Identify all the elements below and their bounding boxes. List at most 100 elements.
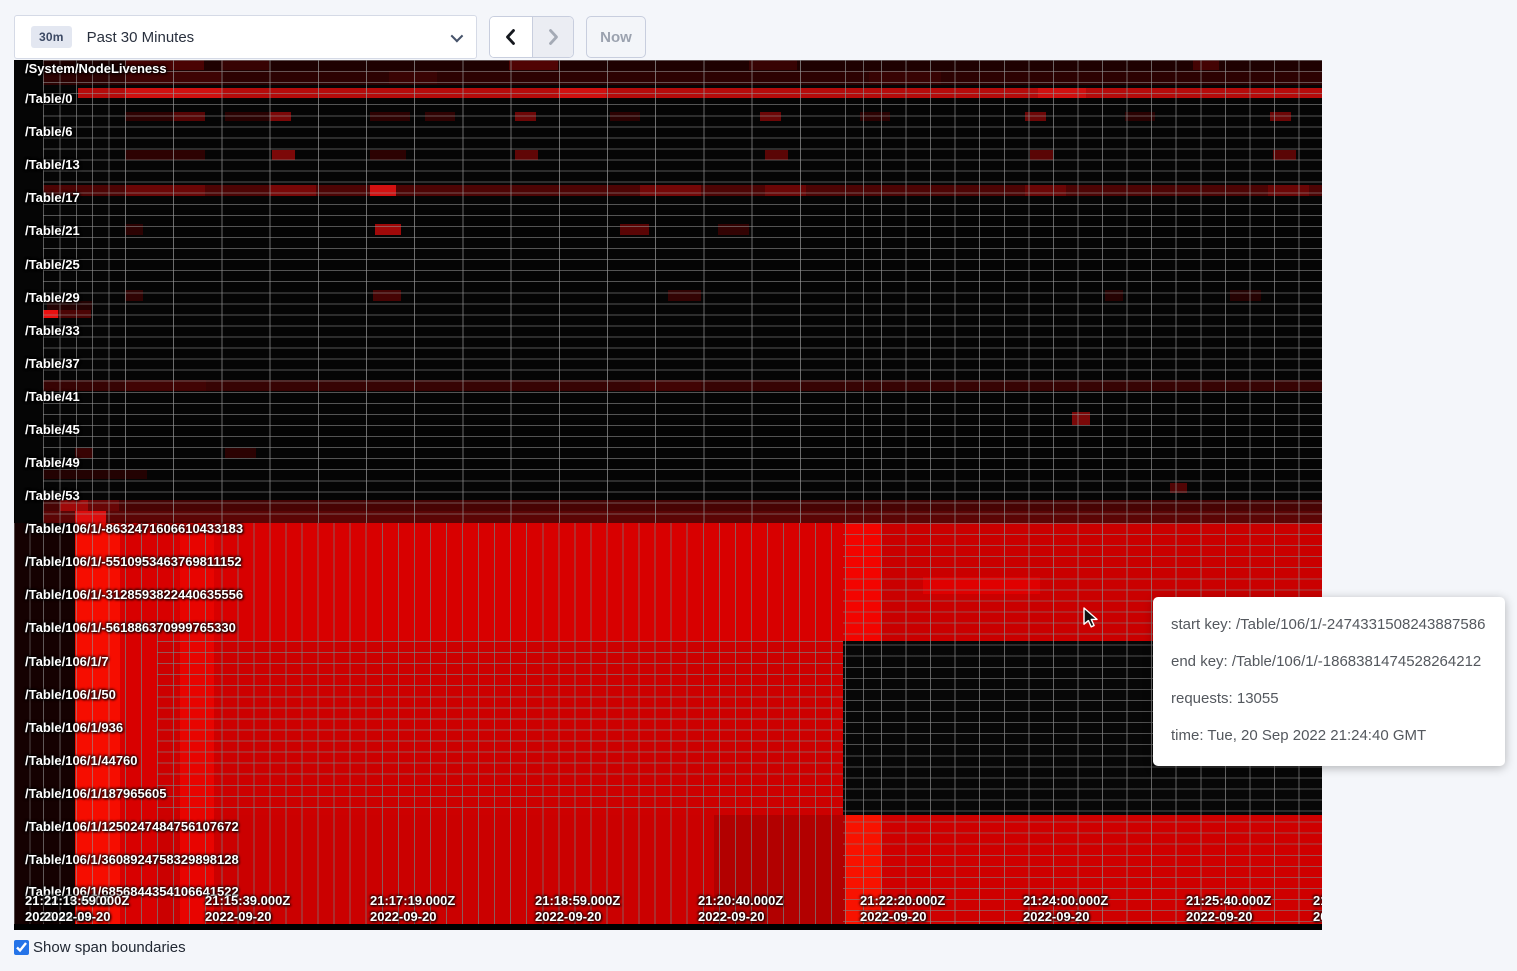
heatmap-cell[interactable] (509, 60, 558, 70)
chevron-left-icon (504, 28, 518, 46)
heatmap-cell[interactable] (174, 112, 205, 121)
row-label: /Table/106/1/-3128593822440635556 (25, 587, 243, 602)
show-span-boundaries-checkbox[interactable] (14, 940, 29, 955)
heatmap-cell[interactable] (373, 290, 401, 301)
row-label: /Table/106/1/3608924758329898128 (25, 852, 239, 867)
chevron-right-icon (546, 28, 560, 46)
heatmap-cell[interactable] (125, 88, 222, 98)
heatmap-cell[interactable] (1030, 150, 1053, 160)
heatmap-cell[interactable] (1025, 112, 1046, 121)
heatmap-cell[interactable] (43, 500, 1322, 511)
heatmap-cell[interactable] (221, 60, 269, 70)
row-label: /Table/53 (25, 488, 80, 503)
heatmap-cell[interactable] (88, 500, 119, 511)
x-axis-label: 21:27:20.000Z2022-09-20 (1313, 893, 1322, 925)
heatmap-cell[interactable] (765, 185, 806, 196)
heatmap-cell[interactable] (225, 448, 256, 458)
heatmap-cell[interactable] (1025, 185, 1066, 196)
heatmap-cell[interactable] (78, 88, 1322, 98)
heatmap-cell[interactable] (1270, 112, 1291, 121)
heatmap-cell[interactable] (370, 150, 406, 160)
heatmap-cell[interactable] (125, 185, 205, 196)
heatmap-cell[interactable] (1230, 290, 1261, 301)
heatmap-cell[interactable] (1273, 150, 1296, 160)
x-axis-label: 21:24:00.000Z2022-09-20 (1023, 893, 1108, 925)
time-range-label: Past 30 Minutes (87, 29, 195, 46)
heatmap-cell[interactable] (43, 71, 1322, 85)
heatmap-cell[interactable] (610, 112, 640, 121)
heatmap-cell[interactable] (272, 150, 295, 160)
row-label: /Table/106/1/44760 (25, 753, 138, 768)
heatmap-cell[interactable] (760, 112, 781, 121)
row-label: /Table/33 (25, 323, 80, 338)
x-axis-label: 21:13:59.000Z2022-09-20 (44, 893, 129, 925)
heatmap-cell[interactable] (58, 310, 91, 318)
heatmap-cell[interactable] (43, 470, 147, 479)
heatmap-cell[interactable] (43, 310, 58, 318)
heatmap-cell[interactable] (125, 290, 143, 301)
heatmap-cell[interactable] (1268, 185, 1309, 196)
forward-button[interactable] (533, 17, 573, 57)
row-label: /Table/37 (25, 356, 80, 371)
heatmap-cell[interactable] (1193, 60, 1219, 70)
now-button[interactable]: Now (586, 16, 646, 58)
heatmap-cell[interactable] (718, 224, 749, 235)
time-pager (489, 16, 574, 58)
heatmap-cell[interactable] (425, 112, 455, 121)
row-label: /Table/106/1/7 (25, 654, 109, 669)
heatmap-cell[interactable] (515, 150, 538, 160)
x-axis-label: 21:22:20.000Z2022-09-20 (860, 893, 945, 925)
heatmap-cell[interactable] (270, 185, 316, 196)
heatmap-cell[interactable] (370, 112, 410, 121)
tooltip-time: time: Tue, 20 Sep 2022 21:24:40 GMT (1171, 717, 1489, 754)
heatmap-cell[interactable] (389, 71, 437, 84)
row-label: /Table/106/1/936 (25, 720, 123, 735)
heatmap-cell[interactable] (225, 112, 270, 121)
heatmap-cell[interactable] (1038, 88, 1086, 98)
row-label: /Table/106/1/-8632471606610433183 (25, 521, 243, 536)
heatmap-cell[interactable] (370, 185, 396, 196)
back-button[interactable] (490, 17, 533, 57)
heatmap-cell[interactable] (515, 112, 536, 121)
heatmap-cell[interactable] (640, 380, 701, 391)
heatmap-cell[interactable] (375, 224, 401, 235)
row-label: /Table/106/1/-561886370999765330 (25, 620, 236, 635)
heatmap-cell[interactable] (1125, 112, 1155, 121)
heatmap-cell[interactable] (157, 641, 843, 815)
x-axis-label: 21:17:19.000Z2022-09-20 (370, 893, 455, 925)
row-label: /Table/25 (25, 257, 80, 272)
row-label: /Table/0 (25, 91, 72, 106)
tooltip-start-key: start key: /Table/106/1/-247433150824388… (1171, 606, 1489, 643)
heatmap-cell[interactable] (749, 60, 797, 70)
chevron-down-icon (451, 29, 464, 42)
row-label: /Table/13 (25, 157, 80, 172)
heatmap-cell[interactable] (869, 71, 941, 84)
tooltip-end-key: end key: /Table/106/1/-18683814745282642… (1171, 643, 1489, 680)
heatmap-cell[interactable] (765, 150, 788, 160)
heatmap-cell[interactable] (640, 185, 701, 196)
heatmap-cell[interactable] (845, 523, 881, 641)
row-label: /Table/106/1/187965605 (25, 786, 166, 801)
heatmap-cell[interactable] (125, 150, 205, 160)
row-label: /Table/49 (25, 455, 80, 470)
x-axis-label: 21:15:39.000Z2022-09-20 (205, 893, 290, 925)
heatmap-cell[interactable] (270, 112, 291, 121)
heatmap-cell[interactable] (558, 88, 606, 98)
x-axis-label: 21:20:40.000Z2022-09-20 (698, 893, 783, 925)
tooltip-requests: requests: 13055 (1171, 680, 1489, 717)
time-range-dropdown[interactable]: 30m Past 30 Minutes (14, 15, 477, 59)
heatmap-cell[interactable] (1072, 412, 1090, 425)
show-span-boundaries-label: Show span boundaries (33, 939, 186, 956)
heatmap-cell[interactable] (125, 224, 143, 235)
row-label: /Table/17 (25, 190, 80, 205)
heatmap-cell[interactable] (620, 224, 649, 235)
heatmap-cell[interactable] (923, 577, 1040, 594)
heatmap[interactable]: /System/NodeLiveness/Table/0/Table/6/Tab… (14, 60, 1322, 930)
heatmap-cell[interactable] (1170, 483, 1187, 493)
heatmap-cell[interactable] (668, 290, 701, 301)
heatmap-cell[interactable] (125, 380, 206, 391)
heatmap-cell[interactable] (860, 112, 890, 121)
heatmap-cell[interactable] (171, 60, 204, 70)
heatmap-cell[interactable] (1105, 290, 1123, 301)
row-label: /Table/106/1/-5510953463769811152 (25, 554, 242, 569)
